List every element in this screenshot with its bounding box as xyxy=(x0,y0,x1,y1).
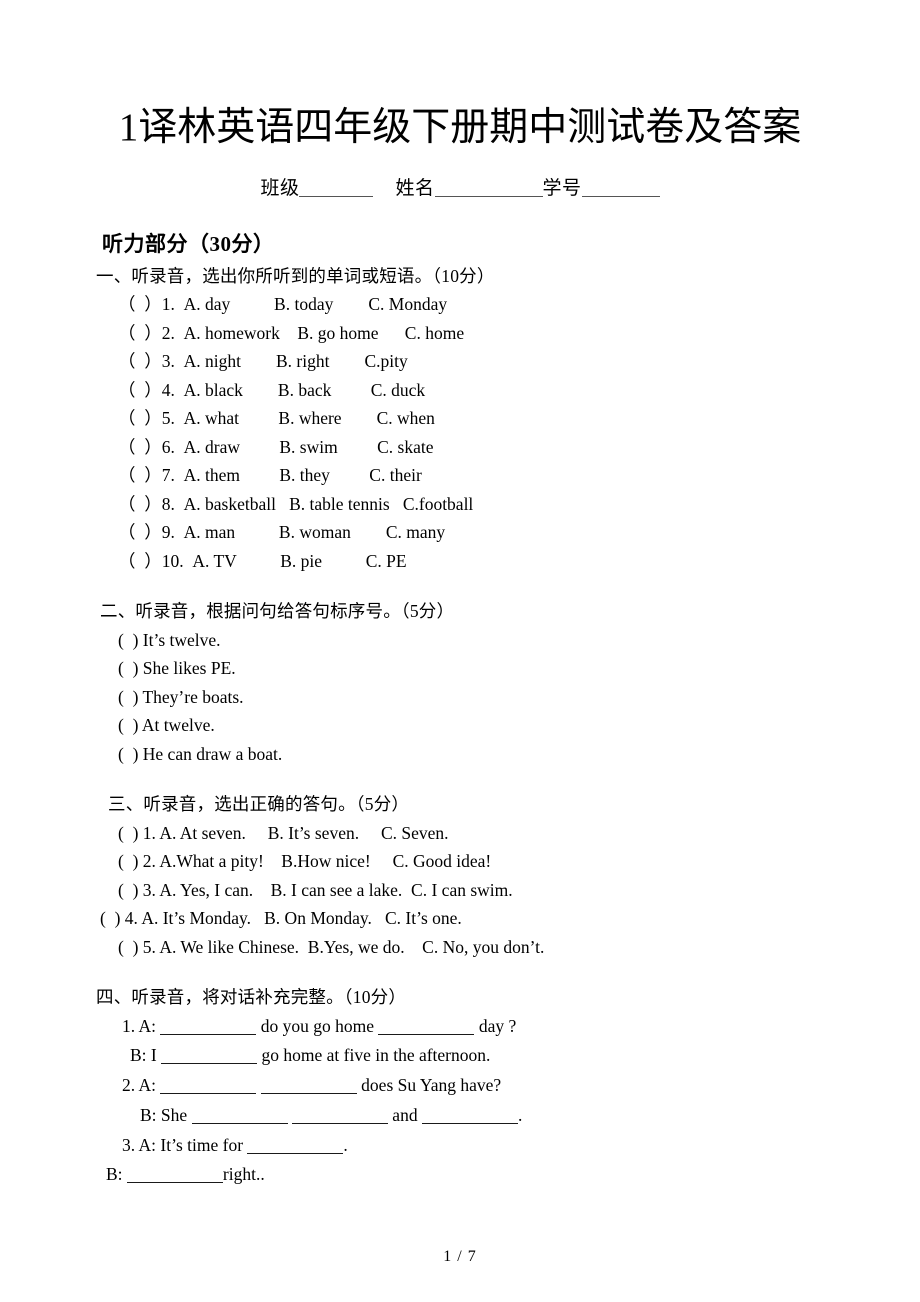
list-item[interactable]: ( ) 5. A. We like Chinese. B.Yes, we do.… xyxy=(118,933,880,962)
student-no-blank[interactable] xyxy=(581,179,660,197)
list-item[interactable]: ( ) She likes PE. xyxy=(118,654,880,683)
list-item[interactable]: ( ) 2. A.What a pity! B.How nice! C. Goo… xyxy=(118,847,880,876)
name-label: 姓名 xyxy=(395,177,435,199)
list-item[interactable]: （ ）9. A. man B. woman C. many xyxy=(118,518,880,547)
student-info-line: 班级 姓名 学号 xyxy=(0,173,920,200)
list-item[interactable]: （ ）7. A. them B. they C. their xyxy=(118,461,880,490)
list-item[interactable]: ( ) It’s twelve. xyxy=(118,626,880,655)
fill-in-text: and xyxy=(387,1104,422,1125)
list-item[interactable]: （ ）6. A. draw B. swim C. skate xyxy=(118,433,880,462)
fill-in-line: B: She and . xyxy=(140,1101,880,1131)
answer-blank[interactable] xyxy=(160,1019,257,1035)
class-label: 班级 xyxy=(260,177,300,199)
answer-blank[interactable] xyxy=(421,1108,518,1124)
fill-in-text: day ? xyxy=(474,1015,517,1036)
answer-blank[interactable] xyxy=(378,1019,475,1035)
question-list-3: ( ) 1. A. At seven. B. It’s seven. C. Se… xyxy=(96,819,880,962)
list-item[interactable]: （ ）5. A. what B. where C. when xyxy=(118,404,880,433)
section-heading-4: 四、听录音，将对话补充完整。（10分） xyxy=(96,987,407,1008)
listening-part-heading: 听力部分（30分） xyxy=(102,231,275,256)
fill-in-text: B: She xyxy=(140,1104,192,1125)
answer-blank[interactable] xyxy=(291,1108,388,1124)
fill-in-text: 2. A: xyxy=(122,1075,161,1096)
answer-blank[interactable] xyxy=(260,1078,357,1095)
fill-in-text: . xyxy=(517,1104,523,1125)
list-item[interactable]: ( ) 4. A. It’s Monday. B. On Monday. C. … xyxy=(100,904,880,933)
fill-in-line: 2. A: does Su Yang have? xyxy=(122,1071,880,1101)
fill-in-text: 3. A: It’s time for xyxy=(122,1134,248,1155)
list-item[interactable]: （ ）1. A. day B. today C. Monday xyxy=(118,290,880,319)
question-list-2: ( ) It’s twelve. ( ) She likes PE. ( ) T… xyxy=(96,626,880,769)
list-item[interactable]: （ ）10. A. TV B. pie C. PE xyxy=(118,547,880,576)
list-item[interactable]: ( ) 1. A. At seven. B. It’s seven. C. Se… xyxy=(118,819,880,848)
class-blank[interactable] xyxy=(299,179,374,197)
answer-blank[interactable] xyxy=(160,1078,257,1095)
section-heading-1: 一、听录音，选出你所听到的单词或短语。（10分） xyxy=(96,265,495,286)
fill-in-line: B: I go home at five in the afternoon. xyxy=(130,1041,880,1071)
section-heading-3: 三、听录音，选出正确的答句。（5分） xyxy=(108,794,410,815)
list-item[interactable]: ( ) They’re boats. xyxy=(118,683,880,712)
fill-in-text: B: xyxy=(106,1164,127,1185)
fill-in-text: go home at five in the afternoon. xyxy=(257,1045,491,1066)
answer-blank[interactable] xyxy=(247,1138,344,1154)
answer-blank[interactable] xyxy=(161,1048,258,1065)
list-item[interactable]: ( ) 3. A. Yes, I can. B. I can see a lak… xyxy=(118,876,880,905)
list-item[interactable]: ( ) He can draw a boat. xyxy=(118,740,880,769)
fill-in-text: B: I xyxy=(130,1045,162,1066)
fill-in-text: does Su Yang have? xyxy=(356,1075,502,1096)
page-number: 1 / 7 xyxy=(443,1248,477,1265)
page-title: 1译林英语四年级下册期中测试卷及答案 xyxy=(118,106,802,149)
list-item[interactable]: （ ）4. A. black B. back C. duck xyxy=(118,376,880,405)
fill-in-text: . xyxy=(343,1134,348,1155)
list-item[interactable]: ( ) At twelve. xyxy=(118,711,880,740)
name-blank[interactable] xyxy=(434,179,543,197)
fill-in-line: B: right.. xyxy=(106,1160,880,1190)
document-body: 听力部分（30分） 一、听录音，选出你所听到的单词或短语。（10分） （ ）1.… xyxy=(0,228,920,1190)
document-page: 1译林英语四年级下册期中测试卷及答案 班级 姓名 学号 听力部分（30分） 一、听录… xyxy=(0,0,920,1302)
question-list-1: （ ）1. A. day B. today C. Monday （ ）2. A.… xyxy=(96,290,880,575)
fill-in-text: do you go home xyxy=(256,1015,379,1036)
fill-in-line: 1. A: do you go home day ? xyxy=(122,1012,880,1042)
section-heading-2: 二、听录音，根据问句给答句标序号。（5分） xyxy=(100,601,455,622)
list-item[interactable]: （ ）3. A. night B. right C.pity xyxy=(118,347,880,376)
fill-in-the-blank-list: 1. A: do you go home day ? B: I go home a… xyxy=(96,1012,880,1191)
student-no-label: 学号 xyxy=(542,177,582,199)
answer-blank[interactable] xyxy=(191,1108,288,1124)
list-item[interactable]: （ ）2. A. homework B. go home C. home xyxy=(118,319,880,348)
fill-in-text: 1. A: xyxy=(122,1015,161,1036)
list-item[interactable]: （ ）8. A. basketball B. table tennis C.fo… xyxy=(118,490,880,519)
fill-in-text: right.. xyxy=(222,1164,265,1185)
answer-blank[interactable] xyxy=(126,1167,223,1184)
fill-in-line: 3. A: It’s time for . xyxy=(122,1131,880,1161)
